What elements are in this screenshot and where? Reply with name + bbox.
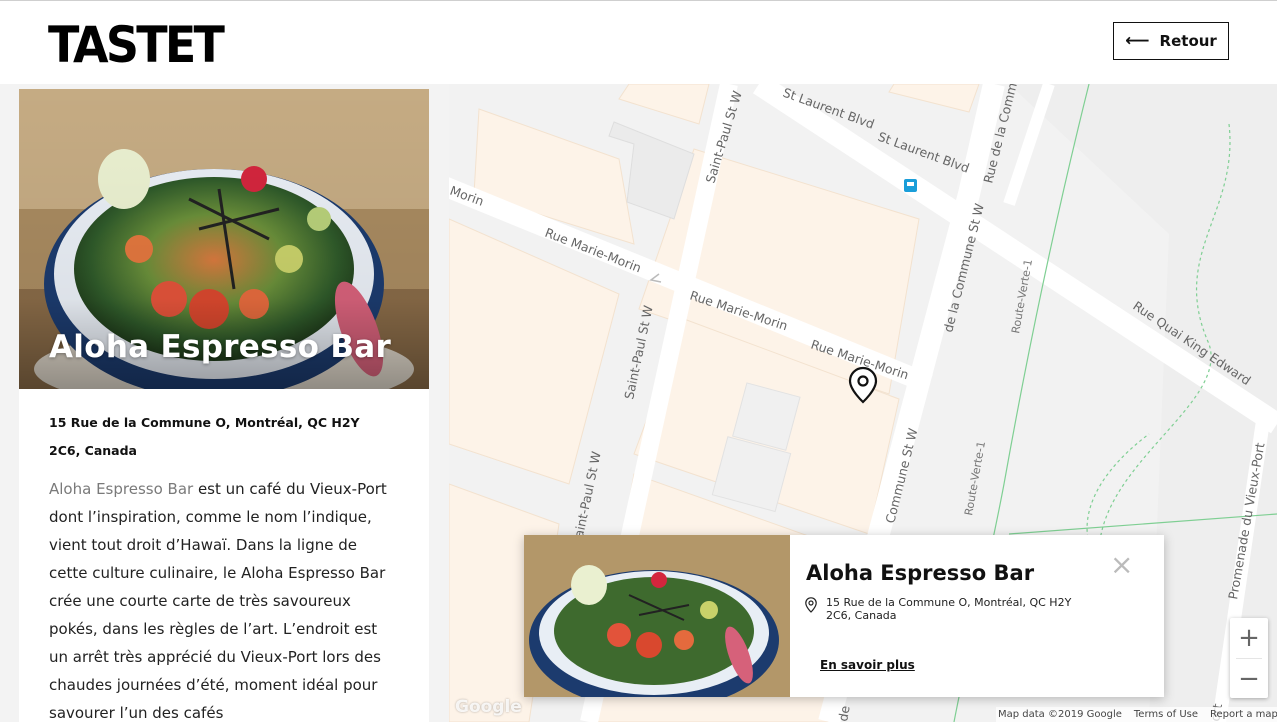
place-description: Aloha Espresso Bar est un café du Vieux-… bbox=[49, 475, 399, 722]
close-icon[interactable]: × bbox=[1110, 551, 1133, 579]
arrow-left-icon: ⟵ bbox=[1125, 30, 1150, 51]
bus-stop-icon[interactable] bbox=[904, 179, 917, 192]
place-panel: Aloha Espresso Bar 15 Rue de la Commune … bbox=[19, 89, 429, 722]
zoom-out-button[interactable]: − bbox=[1230, 659, 1268, 699]
map-attribution: Map data ©2019 Google Terms of Use Repor… bbox=[996, 707, 1277, 722]
site-logo[interactable]: TASTET bbox=[48, 15, 225, 75]
description-text: est un café du Vieux-Port dont l’inspira… bbox=[49, 480, 387, 722]
map-data-credit: Map data ©2019 Google bbox=[998, 709, 1122, 720]
zoom-in-button[interactable]: + bbox=[1230, 618, 1268, 658]
learn-more-link[interactable]: En savoir plus bbox=[820, 658, 915, 672]
popup-address: 15 Rue de la Commune O, Montréal, QC H2Y… bbox=[826, 596, 1072, 622]
zoom-controls: + − bbox=[1230, 618, 1268, 698]
site-header: TASTET ⟵ Retour bbox=[0, 0, 1277, 84]
popup-title: Aloha Espresso Bar bbox=[806, 561, 1035, 585]
description-highlight: Aloha Espresso Bar bbox=[49, 480, 194, 498]
report-map-error-link[interactable]: Report a map error bbox=[1210, 709, 1277, 720]
map-pin-icon bbox=[805, 597, 817, 613]
street-label: de bbox=[835, 704, 853, 722]
poke-bowl-thumbnail bbox=[524, 535, 790, 697]
terms-link[interactable]: Terms of Use bbox=[1134, 709, 1198, 720]
google-logo: Google bbox=[455, 697, 522, 717]
back-button[interactable]: ⟵ Retour bbox=[1113, 22, 1229, 60]
place-title: Aloha Espresso Bar bbox=[49, 329, 392, 365]
back-button-label: Retour bbox=[1159, 32, 1217, 50]
hero-image: Aloha Espresso Bar bbox=[19, 89, 429, 389]
popup-image bbox=[524, 535, 790, 697]
place-popup: Aloha Espresso Bar × 15 Rue de la Commun… bbox=[524, 535, 1164, 697]
place-address: 15 Rue de la Commune O, Montréal, QC H2Y… bbox=[49, 415, 360, 458]
